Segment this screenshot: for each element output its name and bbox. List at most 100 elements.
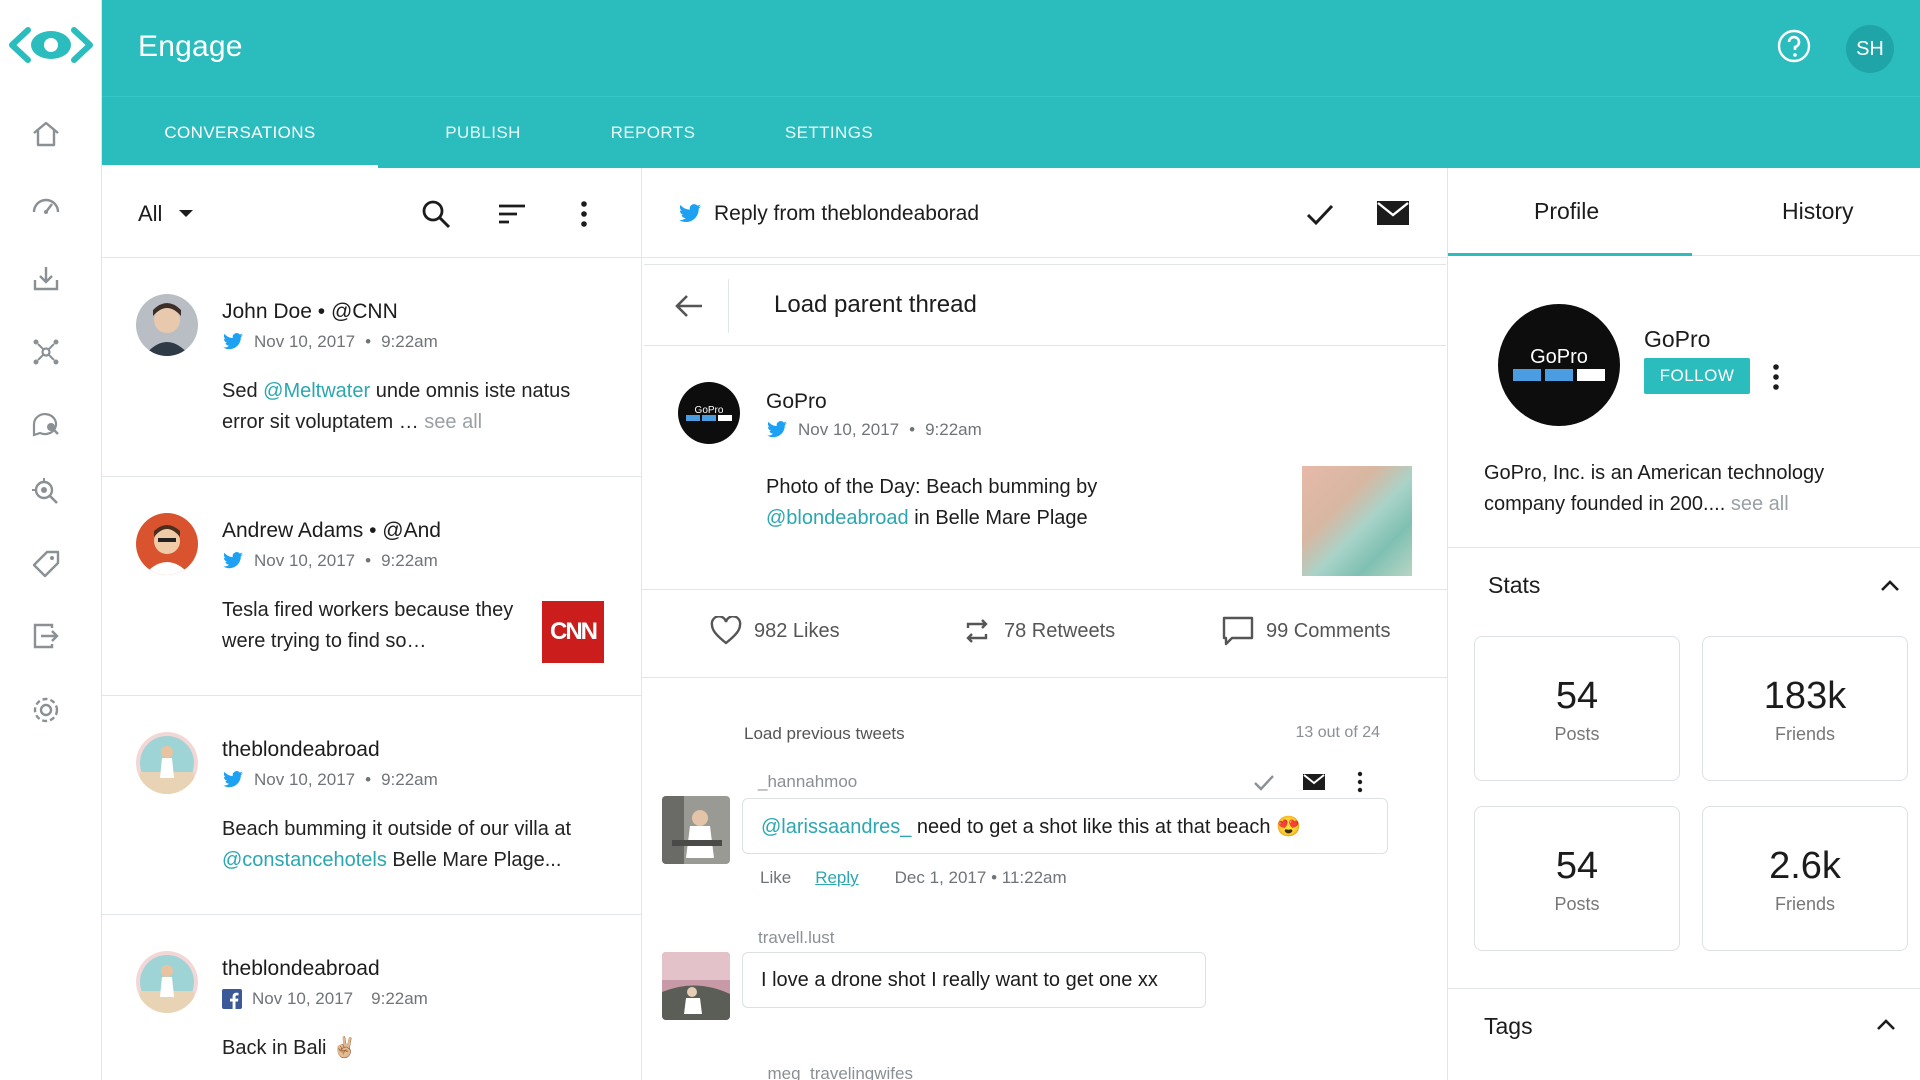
twitter-icon — [223, 552, 243, 569]
retweets-stat[interactable]: 78 Retweets — [962, 616, 1115, 646]
home-icon[interactable] — [28, 116, 64, 152]
stat-label: Posts — [1554, 724, 1600, 744]
tab-history[interactable]: History — [1782, 198, 1854, 225]
svg-text:GoPro: GoPro — [695, 405, 724, 416]
twitter-icon — [223, 771, 243, 788]
stat-card: 2.6k Friends — [1702, 806, 1908, 951]
reply-count: 13 out of 24 — [1295, 724, 1380, 741]
gopro-logo: GoPro — [1498, 304, 1620, 426]
like-link[interactable]: Like — [760, 868, 791, 888]
more-options-icon[interactable] — [1766, 362, 1786, 392]
tag-icon[interactable] — [28, 546, 64, 582]
reply-link[interactable]: Reply — [815, 868, 858, 888]
original-post: GoPro GoPro Nov 10, 2017 • 9:22am Photo of… — [642, 346, 1447, 590]
profile-tabs: Profile History — [1448, 168, 1920, 256]
network-icon[interactable] — [28, 334, 64, 370]
tags-title: Tags — [1484, 1013, 1533, 1039]
stat-label: Posts — [1554, 894, 1600, 914]
thread-title: Reply from theblondeaborad — [678, 202, 979, 226]
load-parent-thread-link[interactable]: Load parent thread — [774, 291, 977, 319]
see-all-link[interactable]: see all — [424, 411, 482, 433]
dashboard-gauge-icon[interactable] — [28, 188, 64, 224]
tab-profile[interactable]: Profile — [1534, 198, 1599, 225]
likes-stat[interactable]: 982 Likes — [710, 616, 840, 646]
retweet-icon — [966, 619, 988, 643]
conversation-list-panel: All John Doe • @CNN Nov 10, 2017 • 9:22am … — [102, 168, 642, 1080]
svg-text:GoPro: GoPro — [1530, 346, 1588, 368]
user-avatar[interactable]: SH — [1846, 25, 1894, 73]
avatar — [136, 294, 198, 356]
mention-link[interactable]: @larissaandres_ — [761, 816, 911, 838]
avatar — [136, 513, 198, 575]
see-all-link[interactable]: see all — [1731, 493, 1789, 515]
app-logo-eye-icon[interactable] — [8, 20, 94, 70]
settings-gear-icon[interactable] — [28, 692, 64, 728]
tab-settings[interactable]: SETTINGS — [774, 97, 884, 169]
sort-icon[interactable] — [496, 198, 528, 230]
tab-publish[interactable]: PUBLISH — [428, 97, 538, 169]
conversation-meta: Nov 10, 2017 • 9:22am — [222, 332, 438, 352]
more-options-icon[interactable] — [1348, 770, 1372, 794]
load-previous-tweets-link[interactable]: Load previous tweets — [744, 724, 905, 744]
conversation-item[interactable]: theblondeabroad Nov 10, 2017 9:22am Back … — [102, 915, 641, 1080]
profile-card: GoPro GoPro FOLLOW GoPro, Inc. is an Ame… — [1448, 256, 1920, 548]
load-parent-thread-row: Load parent thread — [644, 264, 1446, 346]
stat-value: 54 — [1555, 845, 1599, 887]
conversation-item[interactable]: theblondeabroad Nov 10, 2017 • 9:22am Beac… — [102, 696, 641, 915]
conversation-author: John Doe • @CNN — [222, 300, 398, 323]
conversation-meta: Nov 10, 2017 • 9:22am — [222, 551, 438, 571]
mention-link[interactable]: @blondeabroad — [766, 507, 909, 529]
tags-section-header[interactable]: Tags — [1448, 988, 1920, 1080]
filter-dropdown[interactable]: All — [138, 201, 194, 227]
conversation-item[interactable]: John Doe • @CNN Nov 10, 2017 • 9:22am Sed … — [102, 258, 641, 477]
stat-card: 54 Posts — [1474, 806, 1680, 951]
cnn-logo-badge: CNN — [542, 601, 604, 663]
conversation-meta: Nov 10, 2017 9:22am — [222, 989, 428, 1009]
avatar — [136, 951, 198, 1013]
zoom-search-icon[interactable] — [28, 474, 64, 510]
help-icon[interactable] — [1776, 28, 1812, 64]
thread-panel: Reply from theblondeaborad Load parent t… — [642, 168, 1448, 1080]
tab-conversations[interactable]: CONVERSATIONS — [102, 97, 378, 169]
chevron-up-icon[interactable] — [1876, 572, 1904, 600]
stat-value: 2.6k — [1769, 845, 1841, 887]
mark-done-check-icon[interactable] — [1304, 198, 1336, 235]
profile-panel: Profile History GoPro GoPro FOLLOW GoPro… — [1448, 168, 1920, 1080]
facebook-icon — [222, 989, 242, 1009]
reply-bubble: I love a drone shot I really want to get… — [742, 952, 1206, 1008]
conversation-text: Tesla fired workers because they were tr… — [222, 599, 514, 652]
reply-username: _meg_travelingwifes — [758, 1064, 913, 1080]
reply-bubble: @larissaandres_ need to get a shot like … — [742, 798, 1388, 854]
reply-username: travell.lust — [758, 928, 835, 947]
stat-card: 183k Friends — [1702, 636, 1908, 781]
stat-card: 54 Posts — [1474, 636, 1680, 781]
stat-value: 54 — [1555, 675, 1599, 717]
post-meta: Nov 10, 2017 • 9:22am — [766, 420, 982, 440]
conversation-text: Beach bumming it outside of our villa at… — [222, 818, 572, 871]
follow-button[interactable]: FOLLOW — [1644, 358, 1750, 394]
twitter-icon — [223, 333, 243, 350]
mail-envelope-icon[interactable] — [1376, 198, 1410, 233]
inbox-download-icon[interactable] — [28, 260, 64, 296]
back-arrow-icon[interactable] — [672, 289, 706, 323]
post-image-thumbnail[interactable] — [1302, 466, 1412, 576]
mail-envelope-icon[interactable] — [1302, 770, 1326, 794]
tab-reports[interactable]: REPORTS — [598, 97, 708, 169]
conversation-author: theblondeabroad — [222, 738, 380, 761]
chat-search-icon[interactable] — [28, 406, 64, 442]
conversation-meta: Nov 10, 2017 • 9:22am — [222, 770, 438, 790]
search-icon[interactable] — [420, 198, 452, 230]
comment-icon — [1222, 616, 1254, 646]
reply-avatar — [662, 952, 730, 1020]
mention-link[interactable]: @constancehotels — [222, 849, 387, 871]
comments-stat[interactable]: 99 Comments — [1222, 616, 1391, 646]
stat-label: Friends — [1774, 894, 1836, 914]
left-nav-rail — [0, 0, 102, 1080]
more-options-icon[interactable] — [568, 198, 600, 230]
stats-section-header[interactable]: Stats — [1448, 548, 1920, 622]
export-icon[interactable] — [28, 618, 64, 654]
chevron-up-icon[interactable] — [1872, 1011, 1900, 1039]
conversation-item[interactable]: Andrew Adams • @And Nov 10, 2017 • 9:22am … — [102, 477, 641, 696]
mention-link[interactable]: @Meltwater — [263, 380, 370, 402]
check-icon[interactable] — [1252, 770, 1276, 794]
